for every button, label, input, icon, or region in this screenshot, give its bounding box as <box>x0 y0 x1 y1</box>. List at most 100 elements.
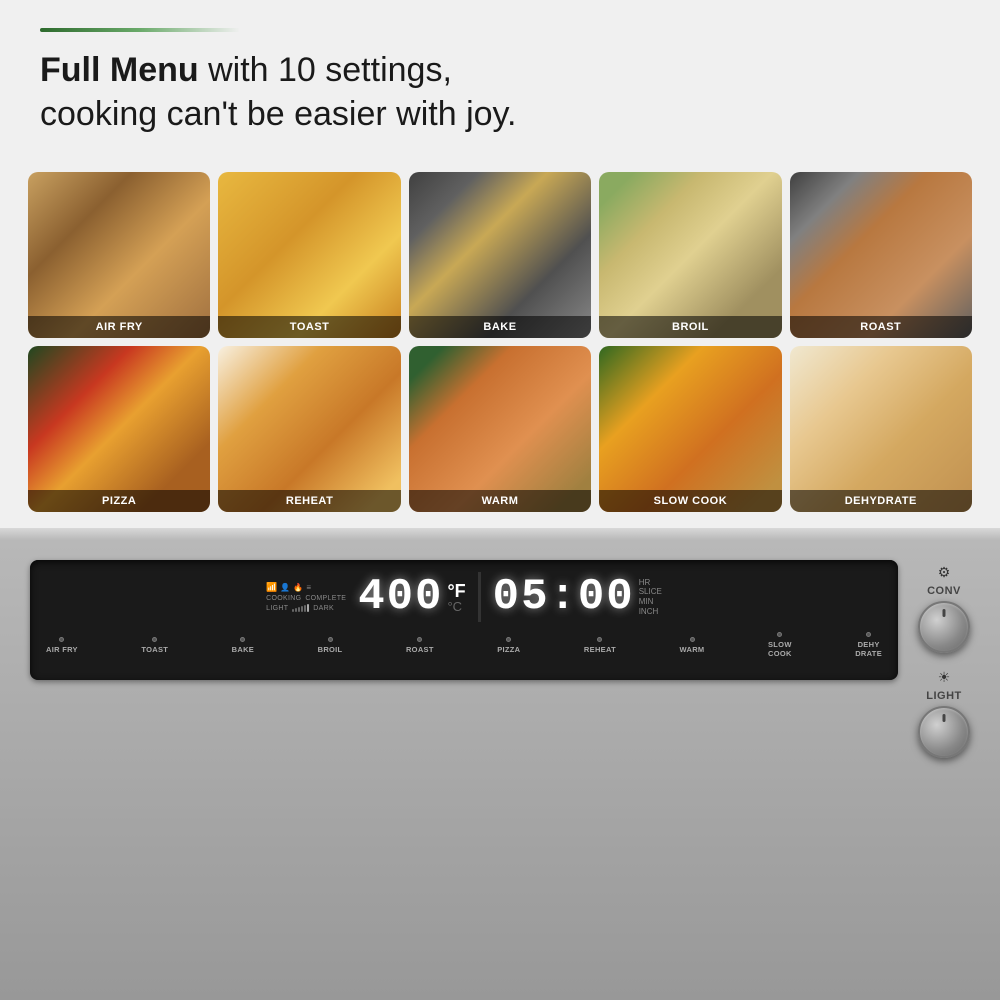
mode-label-bake: BAKE <box>232 645 254 654</box>
right-controls: ⚙ CONV ☀ LIGHT <box>918 560 970 758</box>
food-item-pizza[interactable]: PIZZA <box>28 346 210 512</box>
min-label: MIN <box>639 597 659 607</box>
mode-button-dehydrate[interactable]: DEHY DRATE <box>855 632 882 658</box>
food-label-roast: ROAST <box>790 316 972 338</box>
mode-button-slow-cook[interactable]: SLOW COOK <box>768 632 792 658</box>
hr-slice-group: HR SLICE <box>639 578 662 597</box>
slice-label: SLICE <box>639 587 662 597</box>
mode-label-broil: BROIL <box>318 645 343 654</box>
min-inch-group: MIN INCH <box>639 597 659 616</box>
food-grid-section: AIR FRY TOAST BAKE BROIL ROAST PIZZA REHEAT WAR… <box>0 156 1000 528</box>
light-label: LIGHT <box>266 605 288 612</box>
mode-label-roast: ROAST <box>406 645 434 654</box>
mode-button-air-fry[interactable]: AIR FRY <box>46 637 78 654</box>
food-item-warm[interactable]: WARM <box>409 346 591 512</box>
mode-button-toast[interactable]: TOAST <box>141 637 168 654</box>
oven-body: 📶 👤 🔥 ≡ COOKING COMPLETE LIGHT <box>0 540 1000 1000</box>
mode-button-warm[interactable]: WARM <box>680 637 705 654</box>
mode-button-reheat[interactable]: REHEAT <box>584 637 616 654</box>
food-label-pizza: PIZZA <box>28 490 210 512</box>
person-icon: 👤 <box>280 583 290 592</box>
temp-unit-group: °F °C <box>447 582 465 613</box>
header-title: Full Menu with 10 settings,cooking can't… <box>40 48 960 136</box>
cooking-indicator-row: COOKING COMPLETE <box>266 595 346 602</box>
cooking-label: COOKING <box>266 595 301 602</box>
mode-dot-toast <box>152 637 157 642</box>
display-indicators: 📶 👤 🔥 ≡ COOKING COMPLETE LIGHT <box>266 582 346 612</box>
green-bar <box>40 28 240 32</box>
mode-label-reheat: REHEAT <box>584 645 616 654</box>
hr-label: HR <box>639 578 662 588</box>
mode-label-pizza: PIZZA <box>497 645 520 654</box>
temp-c-label: °C <box>447 600 462 613</box>
food-label-slow-cook: SLOW COOK <box>599 490 781 512</box>
mode-label-air-fry: AIR FRY <box>46 645 78 654</box>
title-bold: Full Menu <box>40 51 199 89</box>
light-icon: ☀ <box>938 669 951 686</box>
food-label-broil: BROIL <box>599 316 781 338</box>
light-indicator-row: LIGHT DARK <box>266 604 334 612</box>
header-section: Full Menu with 10 settings,cooking can't… <box>0 0 1000 156</box>
mode-button-bake[interactable]: BAKE <box>232 637 254 654</box>
conv-knob-group: ⚙ CONV <box>918 564 970 653</box>
icon-row-top: 📶 👤 🔥 ≡ <box>266 582 311 593</box>
page: Full Menu with 10 settings,cooking can't… <box>0 0 1000 1000</box>
mode-dot-pizza <box>506 637 511 642</box>
mode-dot-slow-cook <box>777 632 782 637</box>
food-item-broil[interactable]: BROIL <box>599 172 781 338</box>
bar5 <box>304 605 306 612</box>
temperature-value: 400 <box>358 575 443 619</box>
mode-button-roast[interactable]: ROAST <box>406 637 434 654</box>
light-knob[interactable] <box>918 706 970 758</box>
temp-f-label: °F <box>447 582 465 600</box>
time-value: 05:00 <box>493 575 635 619</box>
mode-dot-broil <box>328 637 333 642</box>
signal-bars <box>292 604 309 612</box>
temp-digital-display: 400 °F °C <box>358 575 465 619</box>
control-panel: 📶 👤 🔥 ≡ COOKING COMPLETE LIGHT <box>30 560 898 680</box>
mode-button-row: AIR FRY TOAST BAKE BROIL ROAST PIZZA REHEAT WAR… <box>46 628 882 660</box>
food-item-bake[interactable]: BAKE <box>409 172 591 338</box>
mode-dot-reheat <box>597 637 602 642</box>
mode-button-broil[interactable]: BROIL <box>318 637 343 654</box>
light-knob-label: LIGHT <box>926 690 962 702</box>
mode-dot-roast <box>417 637 422 642</box>
complete-label: COMPLETE <box>305 595 346 602</box>
food-item-reheat[interactable]: REHEAT <box>218 346 400 512</box>
bar1 <box>292 609 294 612</box>
display-area: 📶 👤 🔥 ≡ COOKING COMPLETE LIGHT <box>46 572 882 622</box>
mode-dot-dehydrate <box>866 632 871 637</box>
dark-label: DARK <box>313 605 334 612</box>
food-item-toast[interactable]: TOAST <box>218 172 400 338</box>
mode-label-warm: WARM <box>680 645 705 654</box>
food-item-air-fry[interactable]: AIR FRY <box>28 172 210 338</box>
food-grid: AIR FRY TOAST BAKE BROIL ROAST PIZZA REHEAT WAR… <box>28 172 972 512</box>
bar6 <box>307 604 309 612</box>
conv-knob[interactable] <box>918 601 970 653</box>
wifi-icon: 📶 <box>266 582 277 593</box>
food-label-toast: TOAST <box>218 316 400 338</box>
food-label-dehydrate: DEHYDRATE <box>790 490 972 512</box>
mode-dot-warm <box>690 637 695 642</box>
food-item-slow-cook[interactable]: SLOW COOK <box>599 346 781 512</box>
food-item-roast[interactable]: ROAST <box>790 172 972 338</box>
time-unit-group: HR SLICE MIN INCH <box>639 578 662 616</box>
oven-top-bar <box>0 528 1000 540</box>
oven-section: 📶 👤 🔥 ≡ COOKING COMPLETE LIGHT <box>0 528 1000 1000</box>
food-label-warm: WARM <box>409 490 591 512</box>
bar3 <box>298 607 300 612</box>
mode-dot-bake <box>240 637 245 642</box>
menu-icon: ≡ <box>306 583 311 592</box>
food-item-dehydrate[interactable]: DEHYDRATE <box>790 346 972 512</box>
food-label-air-fry: AIR FRY <box>28 316 210 338</box>
mode-label-toast: TOAST <box>141 645 168 654</box>
inch-label: INCH <box>639 607 659 617</box>
light-knob-group: ☀ LIGHT <box>918 669 970 758</box>
display-divider <box>478 572 481 622</box>
time-digital-display: 05:00 HR SLICE MIN INCH <box>493 575 662 619</box>
mode-label-dehydrate: DEHY DRATE <box>855 640 882 658</box>
mode-button-pizza[interactable]: PIZZA <box>497 637 520 654</box>
bar2 <box>295 608 297 612</box>
mode-label-slow-cook: SLOW COOK <box>768 640 792 658</box>
flame-icon: 🔥 <box>293 583 303 592</box>
